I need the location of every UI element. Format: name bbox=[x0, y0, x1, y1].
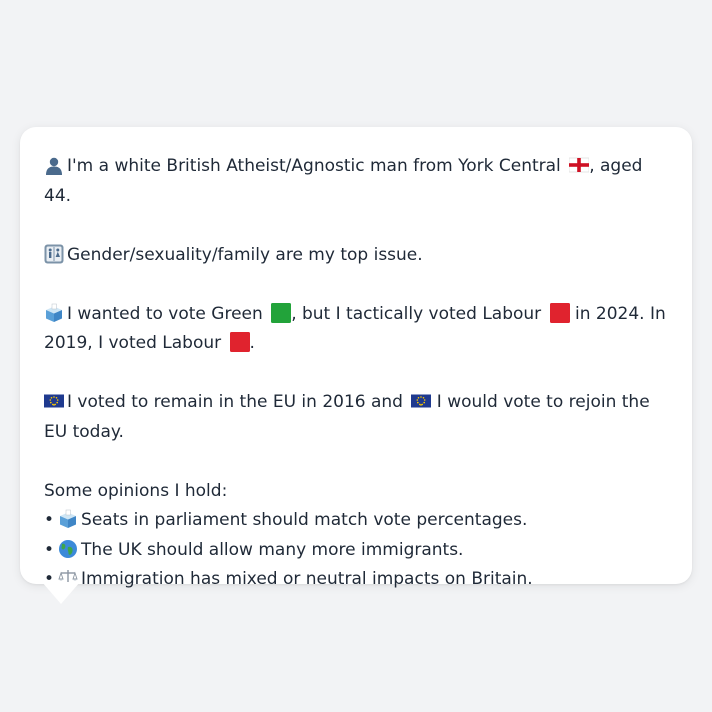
opinion-text: Immigration has mixed or neutral impacts… bbox=[81, 569, 533, 589]
eu-part1: I voted to remain in the EU in 2016 and bbox=[67, 392, 403, 412]
opinion-text: The UK should allow many more immigrants… bbox=[81, 539, 464, 560]
opinion-item: • The UK should allow many more immigran… bbox=[44, 536, 668, 566]
restroom-icon bbox=[44, 244, 64, 264]
green-square-icon bbox=[271, 302, 292, 323]
england-flag-icon bbox=[569, 155, 590, 175]
intro-paragraph: I'm a white British Atheist/Agnostic man… bbox=[44, 152, 668, 211]
opinion-item: • Immigration has mixed or neutral impac… bbox=[44, 565, 668, 595]
intro-text: I'm a white British Atheist/Agnostic man… bbox=[67, 156, 561, 176]
vote-part3: in 2024. In bbox=[574, 303, 666, 324]
eu-flag-icon bbox=[411, 391, 432, 411]
top-issue-paragraph: Gender/sexuality/family are my top issue… bbox=[44, 241, 668, 271]
eu-flag-icon bbox=[44, 391, 64, 411]
person-silhouette-icon bbox=[44, 155, 64, 175]
ballot-box-icon bbox=[44, 303, 64, 323]
ballot-box-icon bbox=[58, 509, 78, 529]
red-square-icon bbox=[229, 332, 250, 352]
red-square-icon bbox=[549, 302, 570, 323]
eu-paragraph: I voted to remain in the EU in 2016 and … bbox=[44, 388, 668, 447]
opinions-section: Some opinions I hold: • Seats in parliam… bbox=[44, 477, 668, 595]
vote-part4: 2019, I voted Labour bbox=[44, 333, 222, 353]
eu-part3: today. bbox=[72, 421, 124, 442]
vote-part1: I wanted to vote Green bbox=[67, 303, 263, 324]
top-issue-text: Gender/sexuality/family are my top issue… bbox=[67, 244, 423, 265]
opinion-item: • Seats in parliament should match vote … bbox=[44, 506, 668, 536]
vote-part5: . bbox=[249, 333, 255, 353]
opinions-heading: Some opinions I hold: bbox=[44, 480, 228, 501]
opinion-text: Seats in parliament should match vote pe… bbox=[81, 510, 528, 530]
profile-card: I'm a white British Atheist/Agnostic man… bbox=[20, 127, 692, 589]
bullet: • bbox=[44, 510, 55, 530]
globe-icon bbox=[58, 539, 78, 559]
vote-part2: , but I tactically voted Labour bbox=[291, 303, 542, 324]
speech-bubble-tail bbox=[42, 582, 80, 604]
vote-paragraph: I wanted to vote Green , but I tacticall… bbox=[44, 300, 668, 359]
bullet: • bbox=[44, 539, 55, 560]
